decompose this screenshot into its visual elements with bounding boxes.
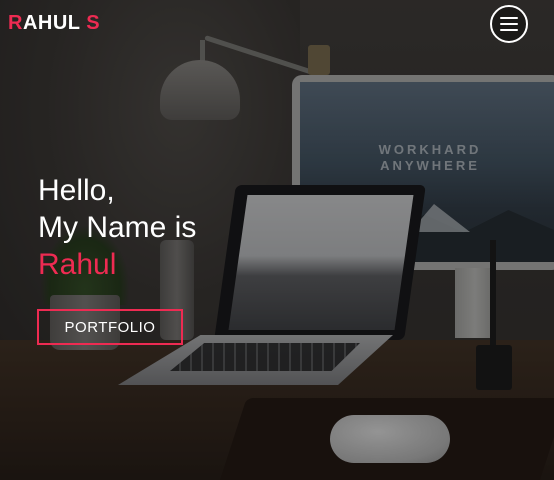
hamburger-menu-icon bbox=[500, 17, 518, 19]
hero-greeting: Hello, bbox=[38, 174, 115, 207]
hamburger-menu-icon-bar3 bbox=[500, 29, 518, 31]
hero-name: Rahul bbox=[38, 248, 117, 281]
logo-middle: AHUL bbox=[22, 12, 87, 34]
hero-intro: My Name is bbox=[38, 211, 197, 244]
site-logo[interactable]: RAHUL S bbox=[8, 12, 100, 35]
menu-toggle-button[interactable] bbox=[490, 5, 528, 43]
hamburger-menu-icon-bar2 bbox=[500, 23, 518, 25]
logo-last-initial: S bbox=[86, 12, 101, 34]
logo-initial: R bbox=[8, 12, 23, 34]
hero-heading: Hello, My Name is Rahul bbox=[38, 172, 196, 283]
portfolio-button[interactable]: PORTFOLIO bbox=[37, 309, 183, 345]
